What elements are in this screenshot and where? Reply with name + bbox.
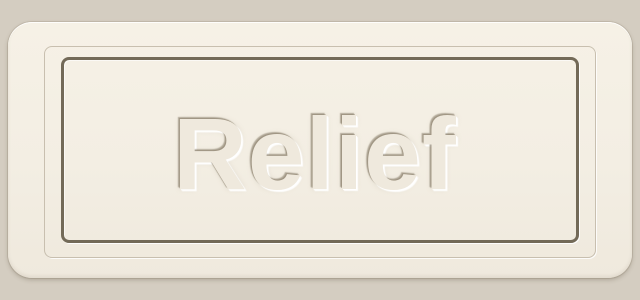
relief-plaque: Relief xyxy=(8,22,632,278)
relief-text: Relief xyxy=(173,97,457,211)
